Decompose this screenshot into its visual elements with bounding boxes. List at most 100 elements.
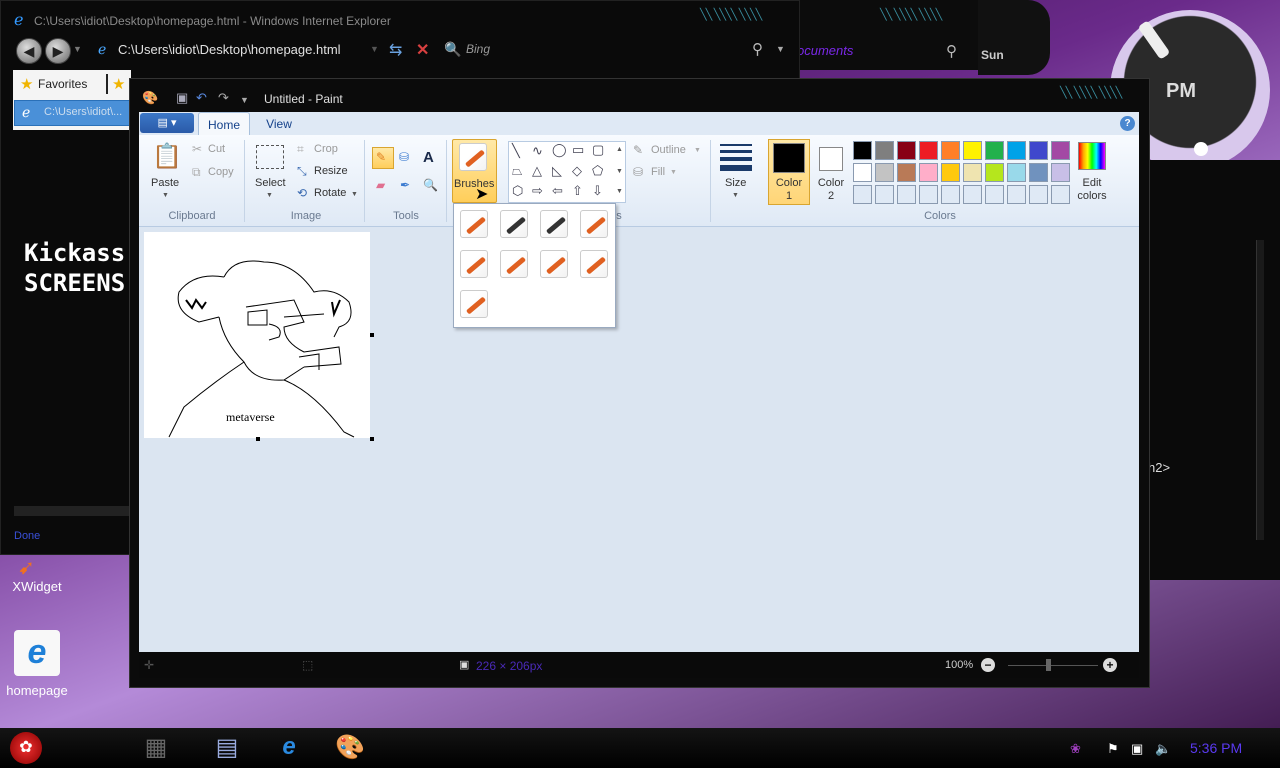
size-button[interactable]: Size [725, 177, 746, 189]
shapes-gallery[interactable] [508, 141, 626, 203]
brush-option-calligraphy2[interactable] [540, 210, 568, 238]
xwidget-icon[interactable]: ➹ [18, 555, 50, 579]
chevron-down-icon[interactable]: ▼ [162, 192, 169, 199]
refresh-icon[interactable]: ⇆ [389, 40, 402, 60]
chevron-down-icon[interactable]: ▼ [370, 44, 379, 54]
arrow-right-shape-icon[interactable]: ⇨ [532, 183, 543, 199]
documents-link[interactable]: ocuments [797, 43, 853, 58]
search-input[interactable]: Bing [466, 42, 490, 56]
tray-rose-icon[interactable]: ❀ [1070, 741, 1081, 757]
color-swatch[interactable] [941, 141, 960, 160]
color-swatch[interactable] [853, 141, 872, 160]
desktop-icon-homepage-label[interactable]: homepage [2, 683, 72, 698]
ie-icon[interactable]: e [14, 630, 60, 676]
color-swatch[interactable] [963, 185, 982, 204]
right-triangle-shape-icon[interactable]: ◺ [552, 163, 562, 179]
triangle-shape-icon[interactable]: △ [532, 163, 542, 179]
resize-handle[interactable] [370, 333, 374, 337]
color2-swatch[interactable] [819, 147, 843, 171]
brush-option-crayon[interactable] [500, 250, 528, 278]
volume-muted-icon[interactable]: 🔈 [1155, 741, 1171, 757]
paint-menu-button[interactable]: ▤ ▾ [140, 113, 194, 133]
arrow-down-shape-icon[interactable]: ⇩ [592, 183, 603, 199]
chevron-down-icon[interactable]: ▼ [670, 169, 677, 176]
notepad-taskbar-icon[interactable]: ▤ [211, 733, 243, 763]
resize-handle[interactable] [370, 437, 374, 441]
color-swatch[interactable] [1007, 185, 1026, 204]
pencil-icon[interactable]: ✎ [376, 150, 386, 164]
outline-button[interactable]: Outline [651, 144, 686, 156]
brush-option-calligraphy1[interactable] [500, 210, 528, 238]
taskbar-clock[interactable]: 5:36 PM [1190, 740, 1242, 756]
explorer-taskbar-icon[interactable]: ▦ [140, 733, 172, 763]
color-swatch[interactable] [985, 185, 1004, 204]
horizontal-scrollbar[interactable] [14, 506, 130, 516]
line-shape-icon[interactable]: ╲ [512, 143, 520, 159]
color-swatch[interactable] [853, 185, 872, 204]
color-swatch[interactable] [1007, 163, 1026, 182]
zoom-slider[interactable] [1008, 665, 1098, 666]
color-swatch[interactable] [919, 141, 938, 160]
color-swatch[interactable] [897, 163, 916, 182]
fill-button[interactable]: Fill [651, 166, 665, 178]
brush-option-natural-pencil[interactable] [580, 250, 608, 278]
color-swatch[interactable] [963, 163, 982, 182]
select-button[interactable]: Select [255, 177, 286, 189]
resize-handle[interactable] [256, 437, 260, 441]
scroll-up-icon[interactable]: ▲ [616, 146, 623, 153]
brush-option-marker[interactable] [540, 250, 568, 278]
brush-option-watercolor[interactable] [460, 290, 488, 318]
search-icon[interactable]: ⚲ [752, 40, 763, 58]
color2-label[interactable]: Color 2 [815, 177, 847, 203]
chevron-down-icon[interactable]: ▼ [73, 44, 82, 54]
ie-taskbar-icon[interactable]: e [273, 733, 305, 763]
rotate-button[interactable]: Rotate [314, 187, 346, 199]
save-icon[interactable]: ▣ [176, 90, 188, 106]
polygon-shape-icon[interactable]: ⏢ [512, 163, 522, 179]
color-swatch[interactable] [1007, 141, 1026, 160]
stop-icon[interactable]: ✕ [416, 40, 429, 60]
color-swatch[interactable] [963, 141, 982, 160]
crop-button[interactable]: Crop [314, 143, 338, 155]
color-swatch[interactable] [919, 163, 938, 182]
copy-button[interactable]: Copy [208, 166, 234, 178]
color-swatch[interactable] [941, 163, 960, 182]
forward-button[interactable]: ▶ [45, 38, 71, 64]
brush-option-oil[interactable] [460, 250, 488, 278]
chevron-down-icon[interactable]: ▼ [776, 44, 785, 54]
color-picker-icon[interactable]: ✒ [400, 178, 410, 192]
arrow-up-shape-icon[interactable]: ⇧ [572, 183, 583, 199]
color-swatch[interactable] [985, 163, 1004, 182]
edit-colors-button[interactable]: Edit colors [1072, 177, 1112, 203]
paste-button[interactable]: Paste [151, 177, 179, 189]
expand-gallery-icon[interactable]: ▼ [616, 188, 623, 195]
scroll-down-icon[interactable]: ▼ [616, 168, 623, 175]
paint-taskbar-icon[interactable]: 🎨 [334, 733, 366, 763]
search-icon[interactable]: ⚲ [946, 42, 957, 60]
scrollbar[interactable] [1256, 240, 1264, 540]
curve-shape-icon[interactable]: ∿ [532, 143, 543, 159]
fill-bucket-icon[interactable]: ⛁ [399, 150, 409, 164]
network-icon[interactable]: ▣ [1131, 741, 1143, 757]
chevron-down-icon[interactable]: ▼ [240, 95, 249, 105]
color-swatch[interactable] [1051, 185, 1070, 204]
color-swatch[interactable] [897, 141, 916, 160]
brush-option-airbrush[interactable] [580, 210, 608, 238]
action-center-flag-icon[interactable]: ⚑ [1107, 741, 1119, 757]
zoom-out-button[interactable]: − [981, 658, 995, 672]
favorites-button[interactable]: Favorites [18, 73, 102, 95]
text-tool-icon[interactable]: A [423, 149, 434, 166]
color-swatch[interactable] [1029, 141, 1048, 160]
color-swatch[interactable] [1051, 163, 1070, 182]
color-swatch[interactable] [941, 185, 960, 204]
chevron-down-icon[interactable]: ▼ [351, 191, 358, 198]
color-swatch[interactable] [897, 185, 916, 204]
color-wheel-icon[interactable] [1078, 142, 1106, 170]
arrow-left-shape-icon[interactable]: ⇦ [552, 183, 563, 199]
color-swatch[interactable] [1029, 185, 1048, 204]
undo-icon[interactable]: ↶ [196, 90, 207, 106]
redo-icon[interactable]: ↷ [218, 90, 229, 106]
color-swatch[interactable] [853, 163, 872, 182]
diamond-shape-icon[interactable]: ◇ [572, 163, 582, 179]
cut-button[interactable]: Cut [208, 143, 225, 155]
